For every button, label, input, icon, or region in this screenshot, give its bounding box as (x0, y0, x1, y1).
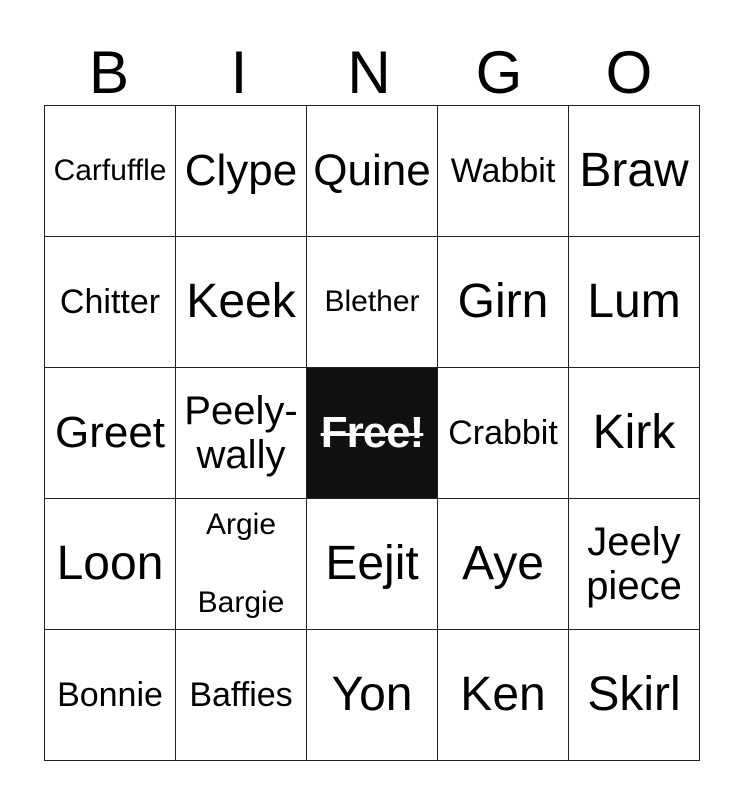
bingo-cell-inner: Clype (177, 107, 306, 236)
bingo-cell-label: Lum (587, 275, 681, 328)
bingo-cell-label: Aye (462, 537, 544, 590)
bingo-cell-label: Eejit (325, 537, 419, 590)
bingo-cell[interactable]: Baffies (175, 629, 307, 761)
bingo-cell-label: Clype (184, 146, 298, 195)
bingo-cell-label: Keek (186, 275, 296, 328)
bingo-cell-inner: Girn (439, 238, 568, 367)
bingo-cell[interactable]: Loon (44, 498, 176, 630)
bingo-cell-inner: Eejit (308, 500, 437, 629)
bingo-cell-inner: Aye (439, 500, 568, 629)
bingo-cell-inner: Ken (439, 631, 568, 760)
bingo-cell[interactable]: Aye (437, 498, 569, 630)
bingo-row: Chitter Keek Blether Girn Lum (44, 236, 700, 368)
free-space-label: Free! (320, 408, 425, 457)
bingo-cell[interactable]: Girn (437, 236, 569, 368)
bingo-cell-label: Braw (579, 144, 689, 197)
bingo-cell-inner: Yon (308, 631, 437, 760)
bingo-cell[interactable]: Kirk (568, 367, 700, 499)
bingo-cell-inner: Lum (570, 238, 699, 367)
bingo-cell[interactable]: Eejit (306, 498, 438, 630)
bingo-cell-label: Crabbit (448, 414, 558, 452)
bingo-cell-inner: Argie Bargie (177, 500, 306, 629)
bingo-cell[interactable]: Quine (306, 105, 438, 237)
bingo-cell-label: Girn (457, 275, 549, 328)
bingo-cell-label: Jeely piece (586, 520, 682, 608)
bingo-cell-inner: Bonnie (46, 631, 175, 760)
bingo-cell-inner: Jeely piece (570, 500, 699, 629)
bingo-cell-inner: Braw (570, 107, 699, 236)
bingo-cell-inner: Blether (308, 238, 437, 367)
free-space-fill: Free! (307, 368, 437, 498)
bingo-cell[interactable]: Argie Bargie (175, 498, 307, 630)
bingo-cell-label: Carfuffle (53, 154, 167, 187)
bingo-cell-label: Peely-wally (184, 389, 298, 477)
bingo-cell-label: Loon (56, 537, 164, 590)
bingo-cell-label: Chitter (59, 283, 161, 321)
bingo-free-space[interactable]: Free! (306, 367, 438, 499)
bingo-cell-inner: Chitter (46, 238, 175, 367)
bingo-cell-label: Baffies (189, 676, 293, 714)
bingo-cell-inner: Loon (46, 500, 175, 629)
bingo-row: Bonnie Baffies Yon Ken Skirl (44, 629, 700, 761)
bingo-row: Loon Argie Bargie Eejit Aye Jeely piece (44, 498, 700, 630)
bingo-cell-inner: Keek (177, 238, 306, 367)
bingo-header-letter-i: I (230, 39, 248, 106)
bingo-cell-inner: Greet (46, 369, 175, 498)
bingo-cell-label: Argie Bargie (197, 508, 285, 619)
bingo-cell-label: Bonnie (57, 676, 163, 714)
bingo-cell-label: Quine (313, 146, 431, 195)
bingo-cell-inner: Skirl (570, 631, 699, 760)
bingo-row: Greet Peely-wally Free! Crabbit Kirk (44, 367, 700, 499)
bingo-cell[interactable]: Greet (44, 367, 176, 499)
bingo-cell[interactable]: Clype (175, 105, 307, 237)
bingo-cell-inner: Crabbit (439, 369, 568, 498)
bingo-cell-label: Greet (54, 408, 166, 457)
bingo-cell-inner: Kirk (570, 369, 699, 498)
bingo-cell[interactable]: Braw (568, 105, 700, 237)
bingo-row: Carfuffle Clype Quine Wabbit Braw (44, 105, 700, 237)
bingo-header-letter-n: N (347, 39, 391, 106)
bingo-cell-inner: Peely-wally (177, 369, 306, 498)
bingo-cell[interactable]: Bonnie (44, 629, 176, 761)
bingo-cell-label: Yon (331, 668, 413, 721)
bingo-cell-inner: Wabbit (439, 107, 568, 236)
bingo-cell-inner: Quine (308, 107, 437, 236)
bingo-header-row: B I N G O (44, 18, 694, 105)
bingo-cell-label: Wabbit (450, 152, 556, 190)
bingo-cell[interactable]: Carfuffle (44, 105, 176, 237)
bingo-header-letter-g: G (475, 39, 523, 106)
bingo-header-letter-o: O (605, 39, 653, 106)
bingo-cell[interactable]: Lum (568, 236, 700, 368)
bingo-cell[interactable]: Ken (437, 629, 569, 761)
bingo-cell[interactable]: Jeely piece (568, 498, 700, 630)
bingo-header-letter-b: B (88, 39, 130, 106)
bingo-cell[interactable]: Chitter (44, 236, 176, 368)
bingo-cell-inner: Baffies (177, 631, 306, 760)
bingo-cell-inner: Carfuffle (46, 107, 175, 236)
bingo-cell[interactable]: Blether (306, 236, 438, 368)
bingo-card: B I N G O Carfuffle Clype Quine Wabbit Braw C… (44, 18, 700, 761)
bingo-cell-label: Blether (324, 285, 420, 318)
bingo-cell-label: Ken (460, 668, 546, 721)
bingo-cell-label: Kirk (592, 406, 676, 459)
bingo-grid: Carfuffle Clype Quine Wabbit Braw Chitter Keek… (44, 105, 700, 761)
bingo-cell[interactable]: Crabbit (437, 367, 569, 499)
bingo-cell[interactable]: Wabbit (437, 105, 569, 237)
bingo-cell[interactable]: Keek (175, 236, 307, 368)
bingo-cell[interactable]: Skirl (568, 629, 700, 761)
bingo-cell-label: Skirl (587, 668, 681, 721)
bingo-cell[interactable]: Peely-wally (175, 367, 307, 499)
bingo-cell[interactable]: Yon (306, 629, 438, 761)
